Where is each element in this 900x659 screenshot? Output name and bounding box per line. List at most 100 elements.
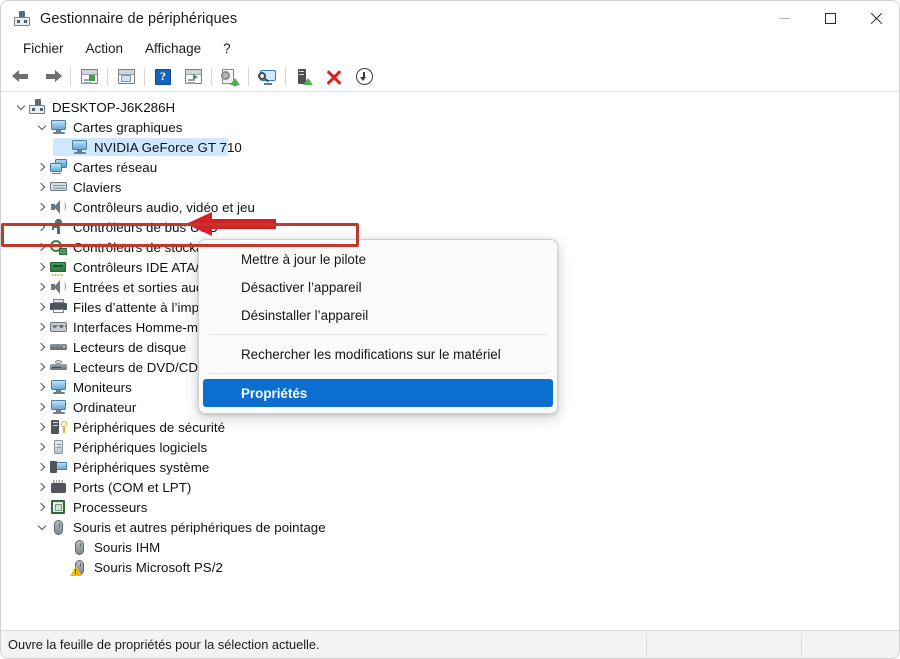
tree-item[interactable]: Processeurs	[1, 497, 899, 517]
tree-item[interactable]: Cartes réseau	[1, 157, 899, 177]
tree-item-label: Lecteurs de disque	[73, 339, 187, 355]
tree-item[interactable]: Cartes graphiques	[1, 117, 899, 137]
tree-item-label: Moniteurs	[73, 379, 132, 395]
uninstall-button[interactable]	[319, 64, 349, 90]
maximize-icon	[824, 13, 836, 24]
chevron-right-icon[interactable]	[34, 297, 50, 317]
chevron-right-icon[interactable]	[34, 497, 50, 517]
arrow-right-icon	[42, 69, 62, 85]
chevron-right-icon[interactable]	[34, 397, 50, 417]
show-hidden-devices-button[interactable]	[74, 64, 104, 90]
menu-item-fichier[interactable]: Fichier	[12, 38, 75, 60]
help-button[interactable]: ?	[148, 64, 178, 90]
status-cell-2	[646, 634, 802, 655]
chevron-right-icon[interactable]	[34, 237, 50, 257]
tree-item[interactable]: Contrôleurs audio, vidéo et jeu	[1, 197, 899, 217]
window-properties-icon	[117, 69, 135, 84]
tree-item[interactable]: Périphériques de sécurité	[1, 417, 899, 437]
chevron-right-icon[interactable]	[34, 157, 50, 177]
chevron-right-icon[interactable]	[34, 317, 50, 337]
chevron-down-icon[interactable]	[34, 117, 50, 137]
title-bar-left: Gestionnaire de périphériques	[1, 10, 237, 28]
tree-item[interactable]: Souris et autres périphériques de pointa…	[1, 517, 899, 537]
tree-item[interactable]: Contrôleurs de bus USB	[1, 217, 899, 237]
tree-item[interactable]: Claviers	[1, 177, 899, 197]
chevron-right-icon[interactable]	[34, 377, 50, 397]
update-driver-button[interactable]	[215, 64, 245, 90]
minimize-button[interactable]	[761, 1, 807, 36]
toolbar-separator	[285, 67, 286, 86]
add-legacy-hardware-button[interactable]	[349, 64, 379, 90]
security-device-icon	[50, 419, 67, 435]
help-icon: ?	[155, 68, 171, 85]
tree-item-label: Claviers	[73, 179, 122, 195]
tree-item[interactable]: Souris Microsoft PS/2	[1, 557, 899, 577]
back-button[interactable]	[7, 64, 37, 90]
toolbar: ?	[1, 62, 899, 92]
tree-item-label: Souris IHM	[94, 539, 161, 555]
chevron-right-icon[interactable]	[34, 217, 50, 237]
device-manager-window: Gestionnaire de périphériques Fichier Ac…	[0, 0, 900, 659]
context-menu-item[interactable]: Rechercher les modifications sur le maté…	[199, 340, 557, 368]
properties-button[interactable]	[111, 64, 141, 90]
chevron-right-icon[interactable]	[34, 437, 50, 457]
tree-item-label: Entrées et sorties audio	[73, 279, 214, 295]
context-menu-item[interactable]: Désinstaller l’appareil	[199, 301, 557, 329]
disk-drive-icon	[50, 339, 67, 355]
monitor-icon	[71, 139, 88, 155]
tree-item-label: Souris Microsoft PS/2	[94, 559, 223, 575]
chevron-right-icon[interactable]	[34, 417, 50, 437]
red-x-icon	[326, 69, 342, 85]
chevron-right-icon[interactable]	[34, 477, 50, 497]
printer-icon	[50, 299, 67, 315]
forward-button[interactable]	[37, 64, 67, 90]
tree-item[interactable]: Ports (COM et LPT)	[1, 477, 899, 497]
chevron-down-icon[interactable]	[13, 97, 29, 117]
context-menu[interactable]: Mettre à jour le pilote Désactiver l’appa…	[198, 239, 558, 414]
chevron-right-icon[interactable]	[34, 337, 50, 357]
ide-card-icon	[50, 259, 67, 276]
tree-item[interactable]: Périphériques logiciels	[1, 437, 899, 457]
tree-item[interactable]: Périphériques système	[1, 457, 899, 477]
chevron-right-icon[interactable]	[34, 457, 50, 477]
minimize-icon	[778, 18, 790, 19]
device-add-icon	[296, 68, 313, 85]
cpu-icon	[50, 499, 67, 515]
menu-item-action[interactable]: Action	[75, 38, 135, 60]
chevron-right-icon[interactable]	[34, 277, 50, 297]
tree-item[interactable]: NVIDIA GeForce GT 710	[1, 137, 899, 157]
context-menu-item[interactable]: Désactiver l’appareil	[199, 273, 557, 301]
chevron-down-icon[interactable]	[34, 517, 50, 537]
monitor-icon	[50, 399, 67, 415]
chevron-right-icon[interactable]	[34, 177, 50, 197]
view-devices-button[interactable]	[178, 64, 208, 90]
tree-item-label: Ordinateur	[73, 399, 137, 415]
device-button[interactable]	[289, 64, 319, 90]
window-controls	[761, 1, 899, 36]
tree-item[interactable]: Souris IHM	[1, 537, 899, 557]
tree-item[interactable]: DESKTOP-J6K286H	[1, 97, 899, 117]
mouse-warning-icon	[70, 559, 88, 576]
context-menu-item-properties[interactable]: Propriétés	[203, 379, 553, 407]
scan-hardware-button[interactable]	[252, 64, 282, 90]
tree-item-label: Contrôleurs audio, vidéo et jeu	[73, 199, 255, 215]
chevron-right-icon[interactable]	[34, 197, 50, 217]
tree-item-label: Cartes réseau	[73, 159, 158, 175]
chevron-right-icon[interactable]	[34, 257, 50, 277]
toolbar-separator	[248, 67, 249, 86]
chevron-right-icon[interactable]	[34, 357, 50, 377]
circle-down-arrow-icon	[355, 68, 373, 85]
status-cell-3	[801, 634, 899, 655]
menu-item-help[interactable]: ?	[212, 38, 242, 60]
menu-item-affichage[interactable]: Affichage	[134, 38, 212, 60]
context-menu-item[interactable]: Mettre à jour le pilote	[199, 245, 557, 273]
computer-icon	[29, 99, 46, 115]
context-menu-separator	[209, 334, 547, 335]
system-device-icon	[50, 459, 67, 475]
close-button[interactable]	[853, 1, 899, 36]
speaker-icon	[50, 279, 67, 295]
toolbar-separator	[211, 67, 212, 86]
maximize-button[interactable]	[807, 1, 853, 36]
